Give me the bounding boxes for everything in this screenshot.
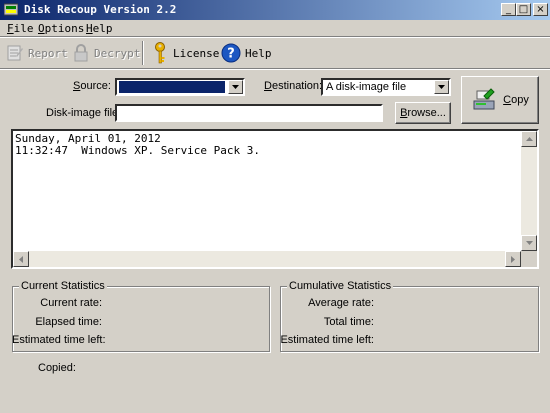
destination-value: A disk-image file	[326, 81, 407, 93]
decrypt-label: Decrypt	[94, 46, 141, 60]
arrow-right-icon	[511, 255, 515, 263]
scroll-up-button[interactable]	[521, 131, 537, 147]
chevron-down-icon	[438, 85, 445, 89]
log-text: Sunday, April 01, 2012 11:32:47 Windows …	[15, 132, 261, 157]
disk-image-label: Disk-image file:	[46, 107, 122, 119]
log-area[interactable]: Sunday, April 01, 2012 11:32:47 Windows …	[11, 129, 539, 269]
toolbar: Report Decrypt License ? Help	[0, 38, 550, 68]
source-value	[119, 81, 225, 93]
browse-accel: B	[400, 107, 408, 119]
disk-image-field[interactable]	[115, 104, 383, 122]
elapsed-time-label: Elapsed time:	[35, 316, 102, 328]
average-rate-label: Average rate:	[308, 297, 374, 309]
current-est-time-label: Estimated time left:	[12, 334, 106, 346]
copy-icon	[473, 88, 495, 110]
scroll-right-button[interactable]	[505, 251, 521, 267]
copy-label: opy	[511, 94, 529, 106]
padlock-icon	[74, 44, 88, 62]
toolbar-divider	[0, 68, 550, 70]
total-time-label: Total time:	[323, 316, 374, 328]
copy-button[interactable]: Copy	[461, 76, 539, 124]
menu-file-label: ile	[13, 22, 34, 35]
menu-help-label: elp	[92, 22, 113, 35]
destination-label-text: estination:	[271, 80, 323, 92]
arrow-down-icon	[525, 241, 533, 245]
menu-help[interactable]: Help	[86, 22, 113, 35]
menu-options-accel: O	[38, 22, 45, 35]
scroll-down-button[interactable]	[521, 235, 537, 251]
minimize-button[interactable]: _	[501, 3, 516, 16]
menu-options-label: ptions	[44, 22, 85, 35]
key-icon	[155, 42, 165, 64]
destination-label-accel: D	[264, 80, 272, 92]
toolbar-separator	[142, 41, 144, 65]
source-select[interactable]	[115, 78, 245, 96]
current-statistics-title: Current Statistics	[19, 280, 107, 292]
help-label: Help	[245, 46, 272, 60]
menu-file[interactable]: File	[7, 22, 34, 35]
menu-file-accel: F	[7, 22, 14, 35]
maximize-button[interactable]: □	[516, 3, 531, 16]
current-rate-label: Current rate:	[40, 297, 102, 309]
destination-dropdown-button[interactable]	[434, 80, 449, 94]
vertical-scrollbar[interactable]	[521, 131, 537, 251]
browse-label: rowse...	[407, 107, 446, 119]
menu-help-accel: H	[86, 22, 93, 35]
report-icon	[7, 45, 23, 61]
close-button[interactable]: ×	[533, 3, 548, 16]
scroll-left-button[interactable]	[13, 251, 29, 267]
source-label-text: ource:	[80, 80, 111, 92]
window-title: Disk Recoup Version 2.2	[24, 3, 177, 16]
arrow-up-icon	[525, 137, 533, 141]
menu-options[interactable]: Options	[38, 22, 84, 35]
cumulative-statistics-title: Cumulative Statistics	[287, 280, 394, 292]
copy-accel: C	[503, 94, 512, 106]
arrow-left-icon	[19, 255, 23, 263]
report-label: Report	[28, 46, 68, 60]
copied-label: Copied:	[38, 362, 76, 374]
help-icon: ?	[221, 43, 241, 63]
report-button[interactable]: Report	[6, 42, 68, 64]
chevron-down-icon	[232, 85, 239, 89]
destination-label: Destination:	[264, 80, 322, 92]
source-dropdown-button[interactable]	[228, 80, 243, 94]
license-button[interactable]: License	[151, 42, 219, 64]
menu-bar: File Options Help	[0, 20, 550, 36]
decrypt-button[interactable]: Decrypt	[72, 42, 140, 64]
destination-select[interactable]: A disk-image file	[321, 78, 451, 96]
horizontal-scrollbar[interactable]	[13, 251, 521, 267]
source-label: Source:	[73, 80, 111, 92]
help-button[interactable]: ? Help	[221, 42, 272, 64]
scrollbar-corner	[521, 251, 537, 267]
browse-button[interactable]: Browse...	[395, 102, 451, 124]
cumulative-est-time-label: Estimated time left:	[280, 334, 374, 346]
title-bar[interactable]: Disk Recoup Version 2.2 _ □ ×	[0, 0, 550, 20]
license-label: License	[173, 46, 220, 60]
disk-app-icon	[4, 3, 18, 16]
svg-text:?: ?	[227, 47, 235, 62]
